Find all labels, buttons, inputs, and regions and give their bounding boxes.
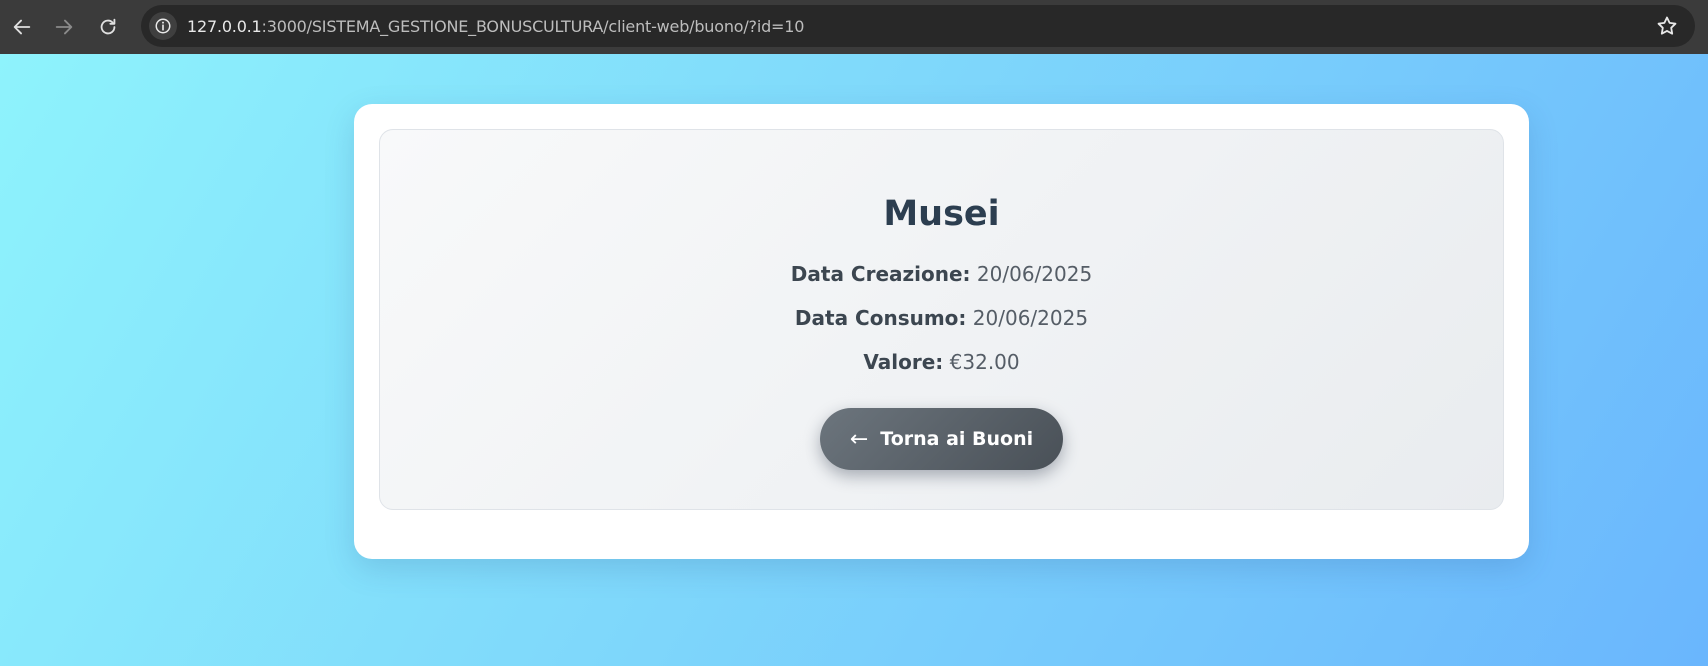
address-bar[interactable]: 127.0.0.1:3000/SISTEMA_GESTIONE_BONUSCUL… <box>141 5 1695 47</box>
site-info-icon[interactable] <box>149 12 177 40</box>
consumption-date-value: 20/06/2025 <box>972 306 1089 330</box>
arrow-left-icon <box>13 19 31 35</box>
url-host: 127.0.0.1 <box>187 16 262 36</box>
reload-button[interactable] <box>86 5 130 49</box>
url-path: :3000/SISTEMA_GESTIONE_BONUSCULTURA/clie… <box>261 16 805 36</box>
creation-date-value: 20/06/2025 <box>976 262 1093 286</box>
arrow-right-icon <box>55 19 73 35</box>
value-row: Valore: €32.00 <box>863 350 1019 374</box>
consumption-date-label: Data Consumo: <box>794 306 967 330</box>
creation-date-row: Data Creazione: 20/06/2025 <box>791 262 1092 286</box>
voucher-title: Musei <box>883 194 1000 234</box>
back-button-label: Torna ai Buoni <box>880 428 1034 450</box>
arrow-left-icon: ← <box>849 426 869 452</box>
page-viewport: Musei Data Creazione: 20/06/2025 Data Co… <box>0 54 1708 666</box>
browser-toolbar: 127.0.0.1:3000/SISTEMA_GESTIONE_BONUSCUL… <box>0 0 1708 54</box>
value-amount: €32.00 <box>949 350 1020 374</box>
url-text[interactable]: 127.0.0.1:3000/SISTEMA_GESTIONE_BONUSCUL… <box>187 17 804 36</box>
forward-nav-button[interactable] <box>42 5 86 49</box>
voucher-card: Musei Data Creazione: 20/06/2025 Data Co… <box>354 104 1529 559</box>
creation-date-label: Data Creazione: <box>790 262 971 286</box>
bookmark-star-icon[interactable] <box>1655 14 1679 38</box>
consumption-date-row: Data Consumo: 20/06/2025 <box>795 306 1088 330</box>
reload-icon <box>100 18 116 35</box>
voucher-details-panel: Musei Data Creazione: 20/06/2025 Data Co… <box>379 129 1504 510</box>
value-label: Valore: <box>863 350 944 374</box>
back-nav-button[interactable] <box>0 5 44 49</box>
back-to-vouchers-button[interactable]: ← Torna ai Buoni <box>819 408 1064 470</box>
